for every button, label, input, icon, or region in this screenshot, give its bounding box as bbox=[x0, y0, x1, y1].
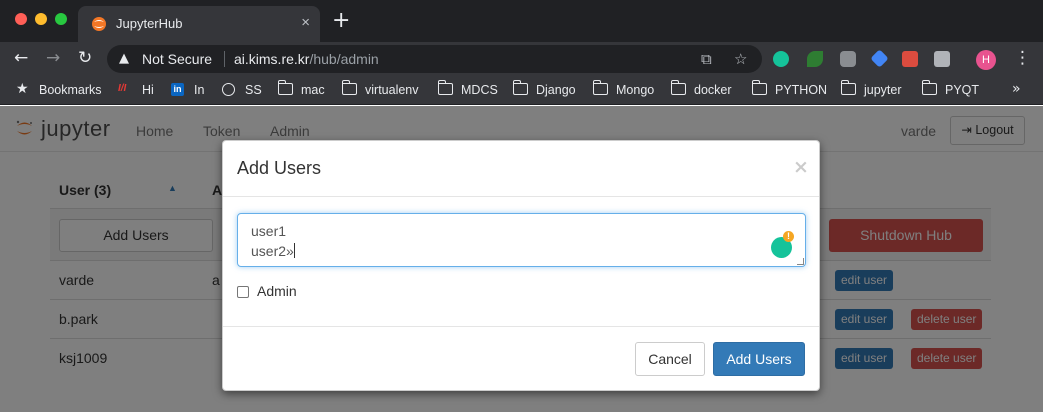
grammarly-alert-icon: ! bbox=[783, 231, 794, 242]
address-divider bbox=[224, 51, 225, 67]
bookmark-virtualenv[interactable]: virtualenv bbox=[365, 83, 419, 97]
browser-tab-bar: JupyterHub × + bbox=[0, 0, 1043, 42]
blue-extension-icon[interactable] bbox=[870, 49, 889, 68]
stack-extension-icon[interactable] bbox=[934, 51, 950, 67]
bookmark-python[interactable]: PYTHON bbox=[775, 83, 827, 97]
lightbulb-extension-icon[interactable] bbox=[840, 51, 856, 67]
bookmark-mdcs[interactable]: MDCS bbox=[461, 83, 498, 97]
linkedin-icon: in bbox=[171, 83, 184, 96]
bookmark-django[interactable]: Django bbox=[536, 83, 576, 97]
forward-arrow-icon[interactable]: → bbox=[46, 48, 60, 68]
jupyter-favicon-icon bbox=[92, 17, 106, 31]
browser-menu-icon[interactable]: ⋮ bbox=[1014, 48, 1031, 68]
folder-icon bbox=[921, 80, 937, 95]
text-caret bbox=[293, 243, 295, 258]
back-arrow-icon[interactable]: ← bbox=[14, 48, 28, 68]
add-users-dialog: Add Users × user1 user2» ! Admin Cancel … bbox=[222, 140, 820, 391]
security-status[interactable]: Not Secure bbox=[142, 51, 212, 67]
admin-checkbox[interactable] bbox=[237, 286, 249, 298]
tab-close-icon[interactable]: × bbox=[301, 14, 310, 31]
dialog-header: Add Users × bbox=[223, 141, 819, 197]
bookmarks-star-icon: ★ bbox=[16, 81, 29, 97]
bookmark-jupyter[interactable]: jupyter bbox=[864, 83, 902, 97]
close-icon[interactable]: × bbox=[793, 156, 809, 178]
textarea-line: user1 bbox=[251, 223, 287, 239]
browser-tab-active[interactable]: JupyterHub × bbox=[78, 6, 320, 42]
browser-toolbar: ← → ↻ ▲ Not Secure ai.kims.re.kr/hub/adm… bbox=[0, 42, 1043, 76]
bookmark-star-icon[interactable]: ☆ bbox=[734, 50, 747, 68]
bookmark-pyqt[interactable]: PYQT bbox=[945, 83, 979, 97]
evernote-extension-icon[interactable] bbox=[807, 51, 823, 67]
folder-icon bbox=[341, 80, 357, 95]
dialog-title: Add Users bbox=[237, 158, 322, 178]
bookmark-in[interactable]: In bbox=[194, 83, 204, 97]
folder-icon bbox=[277, 80, 293, 95]
window-zoom-button[interactable] bbox=[55, 13, 67, 25]
usernames-textarea[interactable]: user1 user2» ! bbox=[237, 213, 806, 267]
admin-checkbox-label[interactable]: Admin bbox=[257, 283, 297, 299]
folder-icon bbox=[840, 80, 856, 95]
translate-icon[interactable]: ⧉ bbox=[701, 50, 712, 68]
folder-icon bbox=[751, 80, 767, 95]
resize-handle[interactable] bbox=[797, 258, 804, 265]
cancel-button[interactable]: Cancel bbox=[635, 342, 705, 376]
bookmark-ss[interactable]: SS bbox=[245, 83, 262, 97]
url-text[interactable]: ai.kims.re.kr/hub/admin bbox=[234, 51, 379, 67]
bookmark-mac[interactable]: mac bbox=[301, 83, 325, 97]
folder-icon bbox=[592, 80, 608, 95]
folder-icon bbox=[670, 80, 686, 95]
bookmark-docker[interactable]: docker bbox=[694, 83, 732, 97]
bookmark-hi[interactable]: Hi bbox=[142, 83, 154, 97]
jupyterhub-page: jupyter Home Token Admin varde ⇥ Logout … bbox=[0, 106, 1043, 412]
bookmark-mongo[interactable]: Mongo bbox=[616, 83, 654, 97]
textarea-line-with-caret: user2» bbox=[251, 243, 295, 259]
todoist-extension-icon[interactable] bbox=[902, 51, 918, 67]
bookmarks-bar: ★ Bookmarks I/I Hi in In SS mac virtuale… bbox=[0, 76, 1043, 105]
tab-title: JupyterHub bbox=[116, 16, 183, 31]
bookmarks-overflow-icon[interactable]: » bbox=[1012, 81, 1021, 97]
address-bar[interactable]: ▲ Not Secure ai.kims.re.kr/hub/admin ⧉ ☆ bbox=[107, 45, 762, 73]
grammarly-extension-icon[interactable] bbox=[773, 51, 789, 67]
dialog-footer: Cancel Add Users bbox=[223, 326, 819, 390]
window-minimize-button[interactable] bbox=[35, 13, 47, 25]
bookmark-bookmarks[interactable]: Bookmarks bbox=[39, 83, 102, 97]
window-close-button[interactable] bbox=[15, 13, 27, 25]
new-tab-button[interactable]: + bbox=[332, 10, 350, 32]
confirm-add-users-button[interactable]: Add Users bbox=[713, 342, 805, 376]
folder-icon bbox=[437, 80, 453, 95]
globe-icon bbox=[222, 83, 235, 96]
folder-icon bbox=[512, 80, 528, 95]
hi-icon: I/I bbox=[118, 83, 127, 94]
reload-icon[interactable]: ↻ bbox=[78, 48, 92, 68]
warning-triangle-icon[interactable]: ▲ bbox=[119, 51, 129, 66]
profile-avatar[interactable]: H bbox=[976, 50, 996, 70]
